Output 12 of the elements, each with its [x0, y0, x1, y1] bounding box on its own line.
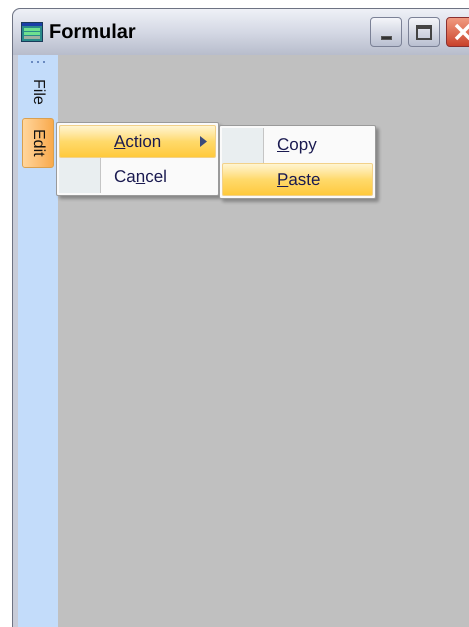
menu-item[interactable]: Cancel [59, 160, 216, 193]
window-title: Formular [49, 20, 136, 45]
minimize-button[interactable] [370, 17, 402, 47]
menu-item[interactable]: Copy [222, 128, 373, 161]
maximize-button[interactable] [408, 17, 440, 47]
menu-bar-item[interactable]: Edit [22, 118, 54, 168]
menu-bar-item[interactable]: File [22, 67, 54, 117]
grip-icon [31, 61, 45, 64]
menu-item[interactable]: Action [59, 125, 216, 158]
form-window-icon [21, 22, 43, 42]
close-icon [453, 22, 469, 42]
menu-item[interactable]: Paste [222, 163, 373, 196]
